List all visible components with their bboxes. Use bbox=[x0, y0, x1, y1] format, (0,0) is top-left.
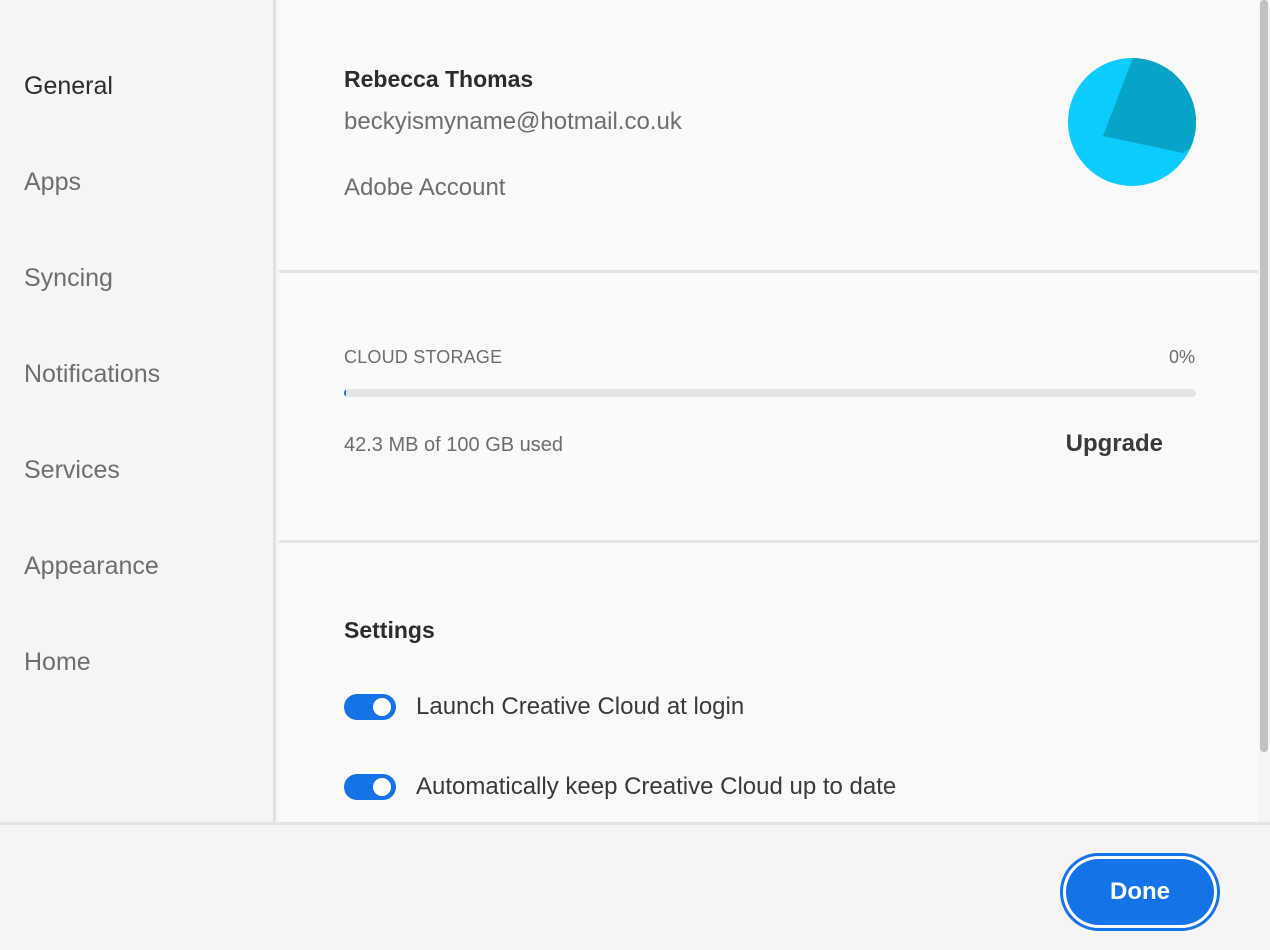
adobe-account-link[interactable]: Adobe Account bbox=[344, 174, 505, 202]
section-divider bbox=[279, 270, 1258, 273]
avatar[interactable] bbox=[1068, 58, 1196, 186]
settings-heading: Settings bbox=[344, 617, 435, 643]
general-panel: Rebecca Thomas beckyismyname@hotmail.co.… bbox=[279, 0, 1258, 822]
footer: Done bbox=[0, 822, 1270, 950]
sidebar-item-syncing[interactable]: Syncing bbox=[24, 264, 113, 293]
section-divider bbox=[279, 540, 1258, 543]
done-button[interactable]: Done bbox=[1060, 853, 1220, 931]
sidebar-item-appearance[interactable]: Appearance bbox=[24, 552, 159, 581]
setting-label: Launch Creative Cloud at login bbox=[416, 693, 745, 720]
sidebar: General Apps Syncing Notifications Servi… bbox=[0, 0, 276, 822]
user-name: Rebecca Thomas bbox=[344, 66, 534, 92]
storage-percent: 0% bbox=[1168, 347, 1195, 367]
sidebar-item-services[interactable]: Services bbox=[24, 456, 120, 485]
user-email: beckyismyname@hotmail.co.uk bbox=[344, 108, 682, 135]
storage-progress-fill bbox=[344, 389, 346, 397]
upgrade-button[interactable]: Upgrade bbox=[1066, 430, 1163, 458]
scrollbar[interactable] bbox=[1258, 0, 1270, 822]
storage-used-text: 42.3 MB of 100 GB used bbox=[344, 434, 564, 456]
sidebar-item-notifications[interactable]: Notifications bbox=[24, 360, 160, 389]
auto-update-toggle[interactable] bbox=[344, 774, 396, 800]
storage-progress-bar bbox=[344, 389, 1196, 397]
preferences-window: General Apps Syncing Notifications Servi… bbox=[0, 0, 1270, 950]
setting-launch-at-login: Launch Creative Cloud at login bbox=[344, 692, 744, 722]
setting-label: Automatically keep Creative Cloud up to … bbox=[416, 773, 897, 800]
toggle-knob bbox=[373, 778, 391, 796]
launch-at-login-toggle[interactable] bbox=[344, 694, 396, 720]
sidebar-item-apps[interactable]: Apps bbox=[24, 168, 81, 197]
toggle-knob bbox=[373, 698, 391, 716]
sidebar-item-general[interactable]: General bbox=[24, 72, 113, 101]
setting-auto-update: Automatically keep Creative Cloud up to … bbox=[344, 772, 896, 802]
scrollbar-thumb[interactable] bbox=[1260, 0, 1268, 752]
storage-label: CLOUD STORAGE bbox=[344, 347, 503, 367]
sidebar-item-home[interactable]: Home bbox=[24, 648, 91, 677]
done-button-label: Done bbox=[1066, 859, 1214, 925]
